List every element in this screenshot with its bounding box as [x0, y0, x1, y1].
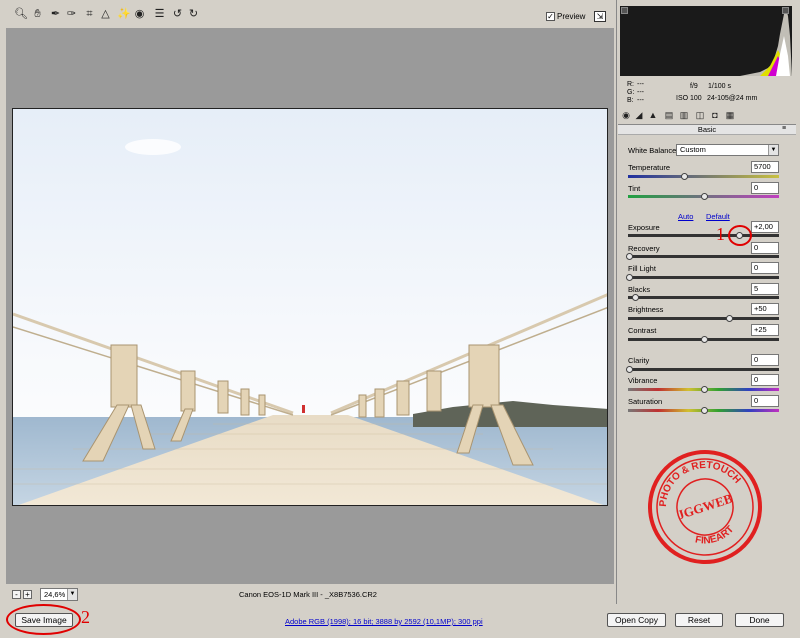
annotation-circle-1: [728, 225, 752, 246]
blacks-slider-track[interactable]: [628, 296, 779, 299]
vibrance-label: Vibrance: [628, 376, 658, 385]
default-link[interactable]: Default: [706, 212, 730, 221]
iso-value: ISO 100: [676, 95, 702, 102]
chevron-down-icon: ▼: [768, 145, 778, 155]
clarity-label: Clarity: [628, 356, 650, 365]
tab-lens-icon[interactable]: ◫: [695, 110, 705, 120]
tab-tone-curve-icon[interactable]: ◢: [634, 110, 644, 120]
brightness-slider-thumb[interactable]: [726, 315, 733, 322]
g-label: G:: [627, 89, 635, 96]
panel-title: Basic: [618, 124, 796, 135]
red-eye-icon[interactable]: ◉: [133, 8, 146, 21]
blacks-label: Blacks: [628, 285, 651, 294]
aperture-value: f/9: [690, 83, 698, 90]
clarity-slider-track[interactable]: [628, 368, 779, 371]
fill-light-input[interactable]: 0: [751, 262, 779, 274]
white-balance-select[interactable]: Custom ▼: [676, 144, 779, 156]
toolbar: 🔍︎ ✋︎ ✒ ✑ ⌗ △ ✨ ◉ ☰ ↺ ↻ ✓ Preview ⇲: [0, 0, 616, 28]
reset-button[interactable]: Reset: [675, 613, 723, 627]
temperature-slider-track[interactable]: [628, 175, 779, 178]
photo-preview[interactable]: [12, 108, 608, 506]
brightness-label: Brightness: [628, 305, 664, 314]
workflow-options-link[interactable]: Adobe RGB (1998); 16 bit; 3888 by 2592 (…: [285, 617, 483, 626]
annotation-circle-2: [6, 604, 81, 635]
tab-camera-calibration-icon[interactable]: ◘: [710, 110, 720, 120]
tab-split-toning-icon[interactable]: ▥: [679, 110, 689, 120]
annotation-number-2: 2: [81, 607, 90, 627]
tint-slider-thumb[interactable]: [701, 193, 708, 200]
white-balance-icon[interactable]: ✒: [49, 8, 62, 21]
watermark-stamp: PHOTO & RETOUCH JGGWEB FINEART: [648, 448, 762, 564]
preferences-icon[interactable]: ☰: [153, 8, 166, 21]
auto-link[interactable]: Auto: [678, 212, 693, 221]
saturation-input[interactable]: 0: [751, 395, 779, 407]
tint-input[interactable]: 0: [751, 182, 779, 194]
recovery-slider-track[interactable]: [628, 255, 779, 258]
preview-label: Preview: [557, 12, 586, 21]
blacks-input[interactable]: 5: [751, 283, 779, 295]
exposure-input[interactable]: +2,00: [751, 221, 779, 233]
recovery-input[interactable]: 0: [751, 242, 779, 254]
saturation-label: Saturation: [628, 397, 663, 406]
temperature-input[interactable]: 5700: [751, 161, 779, 173]
histogram: [620, 6, 792, 76]
temperature-slider-thumb[interactable]: [681, 173, 688, 180]
contrast-slider-thumb[interactable]: [701, 336, 708, 343]
r-value: ---: [637, 81, 644, 88]
fullscreen-icon[interactable]: ⇲: [594, 11, 606, 22]
highlight-clipping-warning-icon[interactable]: [782, 7, 789, 14]
panel-menu-icon[interactable]: ≡: [782, 125, 786, 132]
tab-basic-icon[interactable]: ◉: [621, 110, 631, 120]
open-copy-button[interactable]: Open Copy: [607, 613, 666, 627]
b-value: ---: [637, 97, 644, 104]
lens-value: 24-105@24 mm: [707, 95, 758, 102]
tab-hsl-icon[interactable]: ▤: [664, 110, 674, 120]
recovery-label: Recovery: [628, 244, 660, 253]
contrast-label: Contrast: [628, 326, 657, 335]
done-button[interactable]: Done: [735, 613, 784, 627]
temperature-label: Temperature: [628, 163, 671, 172]
contrast-input[interactable]: +25: [751, 324, 779, 336]
brightness-slider-track[interactable]: [628, 317, 779, 320]
panel-tabs: [618, 109, 796, 122]
white-balance-label: White Balance:: [628, 146, 679, 155]
recovery-slider-thumb[interactable]: [626, 253, 633, 260]
shadow-clipping-warning-icon[interactable]: [621, 7, 628, 14]
straighten-icon[interactable]: △: [99, 8, 112, 21]
saturation-slider-thumb[interactable]: [701, 407, 708, 414]
rotate-right-icon[interactable]: ↻: [187, 8, 200, 21]
g-value: ---: [637, 89, 644, 96]
fill-light-label: Fill Light: [628, 264, 656, 273]
zoom-icon[interactable]: 🔍︎: [14, 8, 28, 21]
retouch-icon[interactable]: ✨: [117, 8, 131, 21]
color-sampler-icon[interactable]: ✑: [65, 8, 78, 21]
clarity-slider-thumb[interactable]: [626, 366, 633, 373]
preview-checkbox[interactable]: ✓: [546, 12, 555, 21]
fill-light-slider-track[interactable]: [628, 276, 779, 279]
brightness-input[interactable]: +50: [751, 303, 779, 315]
clarity-input[interactable]: 0: [751, 354, 779, 366]
vibrance-slider-thumb[interactable]: [701, 386, 708, 393]
camera-file-info: Canon EOS-1D Mark III - _X8B7536.CR2: [239, 590, 377, 599]
tab-detail-icon[interactable]: ▲: [648, 110, 658, 120]
annotation-number-1: 1: [716, 224, 725, 244]
rotate-left-icon[interactable]: ↺: [171, 8, 184, 21]
vibrance-input[interactable]: 0: [751, 374, 779, 386]
crop-icon[interactable]: ⌗: [83, 8, 96, 21]
r-label: R:: [627, 81, 634, 88]
pier-photo: [13, 109, 607, 505]
tab-presets-icon[interactable]: ▦: [725, 110, 735, 120]
tint-label: Tint: [628, 184, 641, 193]
hand-icon[interactable]: ✋︎: [31, 8, 44, 21]
b-label: B:: [627, 97, 634, 104]
exposure-slider-track[interactable]: [628, 234, 779, 237]
white-balance-value: Custom: [680, 145, 706, 154]
shutter-value: 1/100 s: [708, 83, 731, 90]
exposure-label: Exposure: [628, 223, 660, 232]
fill-light-slider-thumb[interactable]: [626, 274, 633, 281]
watermark-center-text: JGGWEB: [675, 490, 734, 522]
blacks-slider-thumb[interactable]: [632, 294, 639, 301]
